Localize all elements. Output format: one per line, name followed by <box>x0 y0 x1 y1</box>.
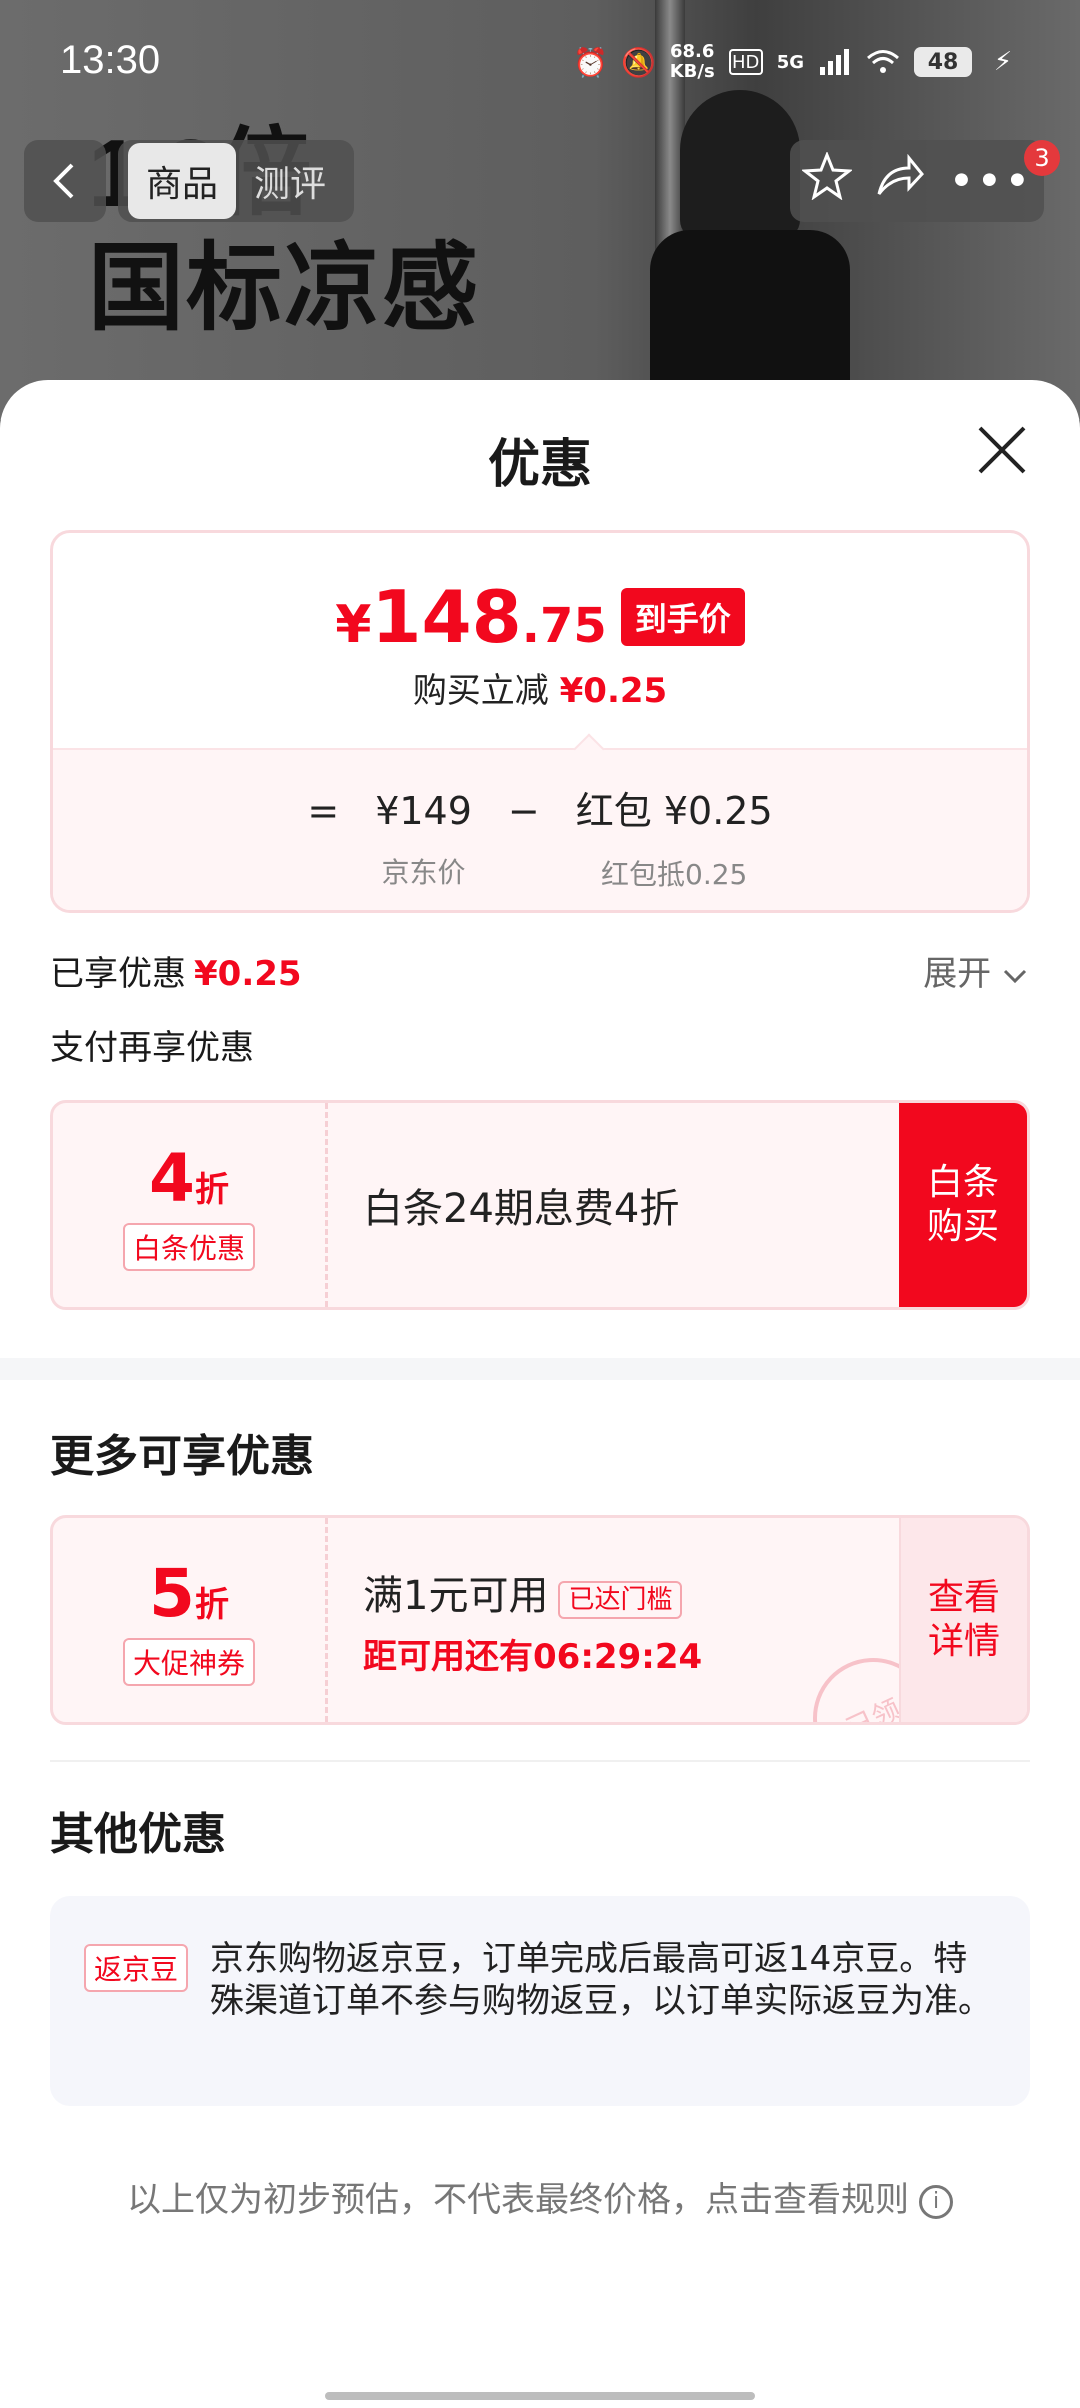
other-discounts-title: 其他优惠 <box>50 1809 226 1860</box>
jingdou-rebate-card: 返京豆 京东购物返京豆，订单完成后最高可返14京豆。特殊渠道订单不参与购物返豆，… <box>50 1896 1030 2106</box>
baitiao-discount-block: 4折 白条优惠 <box>53 1103 328 1307</box>
favorite-star-icon[interactable] <box>800 150 853 210</box>
close-icon <box>978 426 1026 474</box>
top-nav-right: ••• <box>790 140 1044 222</box>
promo-discount-block: 5折 大促神券 <box>53 1518 328 1722</box>
baitiao-buy-label: 白条购买 <box>926 1162 999 1247</box>
more-discounts-title: 更多可享优惠 <box>50 1431 314 1482</box>
status-icons: ⏰ 🔕 68.6 KB/s HD 5G 48 ⚡ <box>573 42 1020 82</box>
section-divider <box>0 1358 1080 1380</box>
rules-note-text: 以上仅为初步预估，不代表最终价格，点击查看规则 <box>127 2180 909 2220</box>
enjoyed-label: 已享优惠 <box>50 954 186 994</box>
chevron-left-icon <box>53 163 74 199</box>
formula-equals: = <box>307 789 340 833</box>
baitiao-description: 白条24期息费4折 <box>363 1186 680 1232</box>
signal-5g: 5G <box>776 51 804 73</box>
redpacket-amount: 红包 ¥0.25 <box>575 789 773 833</box>
back-button[interactable] <box>24 140 106 222</box>
instant-reduction-label: 购买立减 <box>412 671 549 711</box>
price-integer: 148 <box>371 575 522 659</box>
baitiao-coupon: 4折 白条优惠 白条24期息费4折 白条购买 <box>50 1100 1030 1310</box>
mute-icon: 🔕 <box>621 45 657 79</box>
info-icon: i <box>919 2184 953 2219</box>
pay-more-label: 支付再享优惠 <box>50 1028 254 1068</box>
instant-reduction-value: ¥0.25 <box>559 671 668 711</box>
redpacket-sub: 红包抵0.25 <box>601 858 748 891</box>
final-price-tag: 到手价 <box>620 588 745 646</box>
notification-badge: 3 <box>1024 140 1060 176</box>
instant-reduction: 购买立减 ¥0.25 <box>53 663 1027 712</box>
enjoyed-value: ¥0.25 <box>194 954 302 994</box>
battery-indicator: 48 <box>914 47 972 77</box>
baitiao-buy-button[interactable]: 白条购买 <box>899 1103 1027 1307</box>
nav-tabs: 商品 测评 <box>118 140 355 222</box>
promo-discount-number: 5 <box>149 1554 195 1632</box>
price-card: ¥ 148 .75 到手价 购买立减 ¥0.25 = ¥149 京东价 − 红包… <box>50 530 1030 913</box>
jingdou-tag: 返京豆 <box>84 1944 189 1992</box>
price-formula: = ¥149 京东价 − 红包 ¥0.25 红包抵0.25 <box>53 748 1027 910</box>
promo-countdown: 距可用还有06:29:24 <box>363 1636 703 1677</box>
promo-coupon: 5折 大促神券 满1元可用 已达门槛 距可用还有06:29:24 已领 查看详情 <box>50 1515 1030 1725</box>
price-summary: ¥ 148 .75 到手价 购买立减 ¥0.25 <box>53 533 1027 748</box>
status-bar: 13:30 ⏰ 🔕 68.6 KB/s HD 5G 48 ⚡ <box>0 0 1080 125</box>
network-speed-value: 68.6 <box>669 41 715 62</box>
tab-product[interactable]: 商品 <box>128 143 237 219</box>
price-currency: ¥ <box>335 595 372 655</box>
chevron-down-icon <box>1003 969 1027 984</box>
top-nav-left: 商品 测评 <box>24 140 355 222</box>
home-indicator[interactable] <box>325 2392 755 2400</box>
promo-discount-unit: 折 <box>194 1584 229 1625</box>
more-icon[interactable]: ••• <box>948 156 1032 207</box>
jd-price: ¥149 <box>375 789 472 833</box>
price-decimal: .75 <box>521 598 607 654</box>
signal-bars-icon <box>818 45 852 79</box>
jd-price-label: 京东价 <box>381 856 466 889</box>
view-details-button[interactable]: 查看详情 <box>899 1518 1027 1722</box>
hero-text-line2: 国标凉感 <box>88 235 480 342</box>
status-time: 13:30 <box>60 38 161 82</box>
rules-note[interactable]: 以上仅为初步预估，不代表最终价格，点击查看规则 i <box>0 2172 1080 2221</box>
network-speed: 68.6 KB/s <box>670 42 715 82</box>
wifi-icon <box>866 45 900 79</box>
hd-icon: HD <box>728 49 763 75</box>
network-speed-unit: KB/s <box>669 61 715 82</box>
close-button[interactable] <box>972 424 1032 484</box>
divider-line <box>50 1760 1030 1762</box>
expand-label: 展开 <box>923 954 992 994</box>
baitiao-discount-unit: 折 <box>194 1169 229 1210</box>
formula-minus: − <box>507 789 540 833</box>
alarm-icon: ⏰ <box>573 45 609 79</box>
final-price: ¥ 148 .75 到手价 <box>53 575 1027 659</box>
discount-sheet: 优惠 ¥ 148 .75 到手价 购买立减 ¥0.25 = ¥149 京东价 −… <box>0 380 1080 2408</box>
enjoyed-discount: 已享优惠 ¥0.25 <box>50 946 302 995</box>
baitiao-discount-number: 4 <box>149 1139 195 1217</box>
expand-toggle[interactable]: 展开 <box>923 946 1028 995</box>
jingdou-description: 京东购物返京豆，订单完成后最高可返14京豆。特殊渠道订单不参与购物返豆，以订单实… <box>210 1939 992 2021</box>
charging-icon: ⚡ <box>993 47 1013 77</box>
view-details-label: 查看详情 <box>927 1577 1000 1662</box>
share-icon[interactable] <box>875 153 925 208</box>
promo-tag: 大促神券 <box>122 1637 255 1686</box>
baitiao-tag: 白条优惠 <box>122 1222 255 1271</box>
sheet-title: 优惠 <box>487 435 592 495</box>
threshold-reached-badge: 已达门槛 <box>558 1581 683 1619</box>
promo-condition: 满1元可用 <box>363 1572 549 1619</box>
tab-review[interactable]: 测评 <box>236 143 344 219</box>
